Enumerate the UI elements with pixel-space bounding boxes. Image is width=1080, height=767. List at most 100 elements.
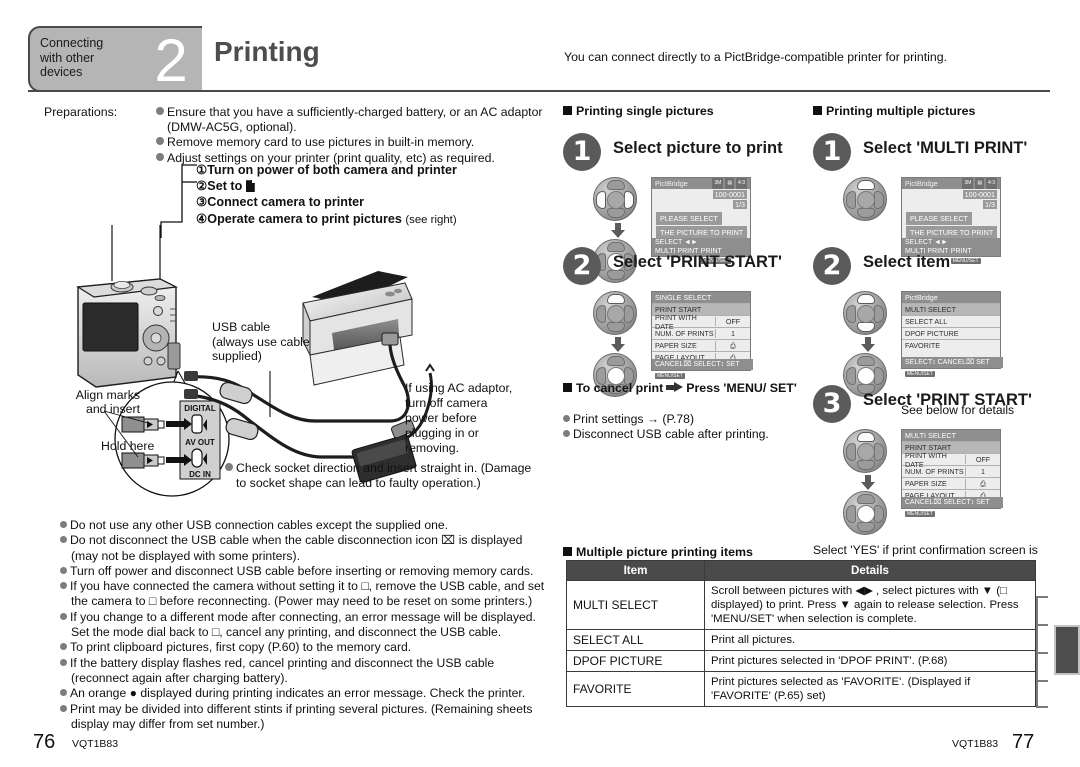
lcd-menu-title: SINGLE SELECT (652, 292, 750, 303)
lcd-menu-row-value: OFF (715, 317, 750, 326)
table-cell-details: Scroll between pictures with ◀▶ , select… (704, 580, 1036, 630)
lcd-menu-row-label: PRINT WITH DATE (905, 450, 947, 469)
page-number-left: 76 (33, 731, 56, 753)
step-label: Select 'PRINT START' (613, 253, 782, 271)
cursor-pad-up[interactable] (843, 177, 887, 221)
table-col-details: Details (704, 560, 1036, 581)
note-item: If you have connected the camera without… (60, 579, 545, 610)
page-title: Printing (214, 36, 320, 67)
lcd-screen-multi-2: PictBridge MULTI SELECT SELECT ALL DPOF PI… (901, 291, 1003, 377)
note-item: Do not disconnect the USB cable when the… (60, 533, 545, 564)
lcd-menu-row[interactable]: NUM. OF PRINTS 1 (902, 465, 1000, 477)
lcd-badge-quality: ▤ (725, 178, 735, 189)
lcd-screen-multi-3: MULTI SELECT PRINT START PRINT WITH DATE O… (901, 429, 1003, 517)
port-digital-label: DIGITAL (184, 404, 216, 413)
step-number: 2 (813, 247, 851, 285)
lcd-menu-row[interactable]: SELECT ALL (902, 315, 1000, 327)
left-notes-list: Do not use any other USB connection cabl… (60, 518, 545, 732)
table-cell-item: FAVORITE (566, 671, 705, 707)
hold-here-label: Hold here (101, 439, 155, 453)
table-header-row: Item Details (566, 560, 1036, 581)
lcd-footer-hints: CANCEL⌧ SELECT↕ SET MENU/SET (902, 497, 1003, 517)
table-cell-details: Print pictures selected in 'DPOF PRINT'.… (704, 650, 1036, 672)
port-dcin-label: DC IN (189, 470, 211, 479)
lcd-footer-hints: SELECT↕ CANCEL⌧ SET MENU/SET (902, 357, 1003, 377)
setup-step-2: ②Set to (196, 178, 526, 194)
cursor-pad-up[interactable] (843, 429, 887, 473)
lcd-menu-row[interactable]: MULTI SELECT (902, 303, 1000, 315)
table-section-title: Multiple picture printing items (563, 545, 753, 559)
lcd-brand: PictBridge (655, 179, 688, 188)
bullet-icon (60, 689, 67, 697)
section-bullet-icon (563, 383, 572, 392)
lcd-menu-row-label: FAVORITE (905, 341, 941, 350)
manual-page: Connecting with other devices 2 Printing Y… (0, 0, 1080, 767)
chapter-label: Connecting with other devices (40, 36, 104, 79)
cancel-note-1: Print settings → (P.78) (563, 412, 813, 427)
cursor-pad-updown[interactable] (593, 291, 637, 335)
step-label: Select 'MULTI PRINT' (863, 139, 1028, 157)
cursor-pad-leftright[interactable] (593, 177, 637, 221)
lcd-menu-row[interactable]: PAPER SIZE ⎙ (902, 477, 1000, 489)
preparations-list: Ensure that you have a sufficiently-char… (156, 105, 556, 166)
step-label: Select item (863, 253, 951, 271)
section-printing-multiple: Printing multiple pictures (813, 104, 975, 118)
lcd-menu-row-label: MULTI SELECT (905, 305, 956, 314)
lcd-screen-single-2: SINGLE SELECT PRINT START PRINT WITH DATE… (651, 291, 753, 379)
preparations-label: Preparations: (44, 105, 118, 119)
lcd-screen-single-1: PictBridge 3M ▤ 4:3 100-0001 1/3 PLEASE … (651, 177, 751, 264)
bullet-icon (60, 536, 67, 544)
section-bullet-icon (563, 106, 572, 115)
table-cell-details: Print pictures selected as 'FAVORITE'. (… (704, 671, 1036, 707)
table-row: FAVORITE Print pictures selected as 'FAVO… (566, 671, 1036, 707)
page-header: Connecting with other devices 2 Printing Y… (28, 26, 1050, 94)
step-label: Select picture to print (613, 139, 783, 157)
bullet-icon (60, 704, 67, 712)
section-bullet-icon (563, 547, 572, 556)
chapter-badge: Connecting with other devices (28, 26, 158, 92)
edge-tab-marker (1054, 625, 1080, 675)
printer-mode-icon (246, 180, 259, 192)
port-avout-label: AV OUT (185, 438, 215, 447)
lcd-message-1: PLEASE SELECT (906, 212, 972, 225)
bullet-icon (60, 566, 67, 574)
step-number: 2 (563, 247, 601, 285)
table-cell-item: DPOF PICTURE (566, 650, 705, 672)
cancel-print-title: To cancel print Press 'MENU/ SET' (563, 381, 813, 396)
single-step-2: 2 Select 'PRINT START' SINGLE SELECT PRI… (563, 247, 823, 397)
lcd-menu-row[interactable]: PAPER SIZE ⎙ (652, 339, 750, 351)
lcd-menu-row[interactable]: DPOF PICTURE (902, 327, 1000, 339)
cancel-note-2: Disconnect USB cable after printing. (563, 427, 813, 442)
table-cell-item: MULTI SELECT (566, 580, 705, 630)
bullet-icon (60, 521, 67, 528)
lcd-menu-row-value: OFF (965, 455, 1000, 464)
lcd-menu-row-label: DPOF PICTURE (905, 329, 959, 338)
lcd-badge-aspect: 4:3 (986, 178, 997, 189)
lcd-menu-row-value: 1 (965, 467, 1000, 476)
lcd-menu-row-label: NUM. OF PRINTS (905, 467, 964, 476)
chapter-number: 2 (140, 26, 202, 94)
lcd-footer-hints: CANCEL⌧ SELECT↕ SET MENU/SET (652, 359, 753, 379)
cancel-print-block: To cancel print Press 'MENU/ SET' Print s… (563, 381, 813, 442)
ac-adaptor-note: If using AC adaptor, turn off camera power… (405, 381, 513, 455)
cursor-pad-updown[interactable] (843, 291, 887, 335)
lcd-menu-row[interactable]: FAVORITE (902, 339, 1000, 351)
down-arrow-icon (611, 223, 625, 239)
lcd-brand: PictBridge (905, 179, 938, 188)
table-row: SELECT ALL Print all pictures. (566, 629, 1036, 651)
cursor-pad-center[interactable] (843, 491, 887, 535)
lcd-menu-row[interactable]: PRINT WITH DATE OFF (652, 313, 750, 331)
note-item: Turn off power and disconnect USB cable … (60, 564, 545, 579)
lcd-file-number: 100-0001 (962, 190, 997, 199)
note-item: Print may be divided into different stin… (60, 702, 545, 733)
lcd-menu-row[interactable]: NUM. OF PRINTS 1 (652, 327, 750, 339)
usb-cable-label: USB cable (always use cable supplied) (212, 320, 310, 364)
step-number: 1 (813, 133, 851, 171)
lcd-hint-select: SELECT ◄► (655, 239, 698, 246)
note-item: If the battery display flashes red, canc… (60, 656, 545, 687)
lcd-menu-row-value: ⎙ (715, 340, 750, 351)
lcd-menu-row-label: SELECT ALL (905, 317, 948, 326)
lcd-menu-row[interactable]: PRINT WITH DATE OFF (902, 451, 1000, 469)
bullet-icon (60, 658, 67, 666)
doc-code-left: VQT1B83 (72, 738, 119, 750)
